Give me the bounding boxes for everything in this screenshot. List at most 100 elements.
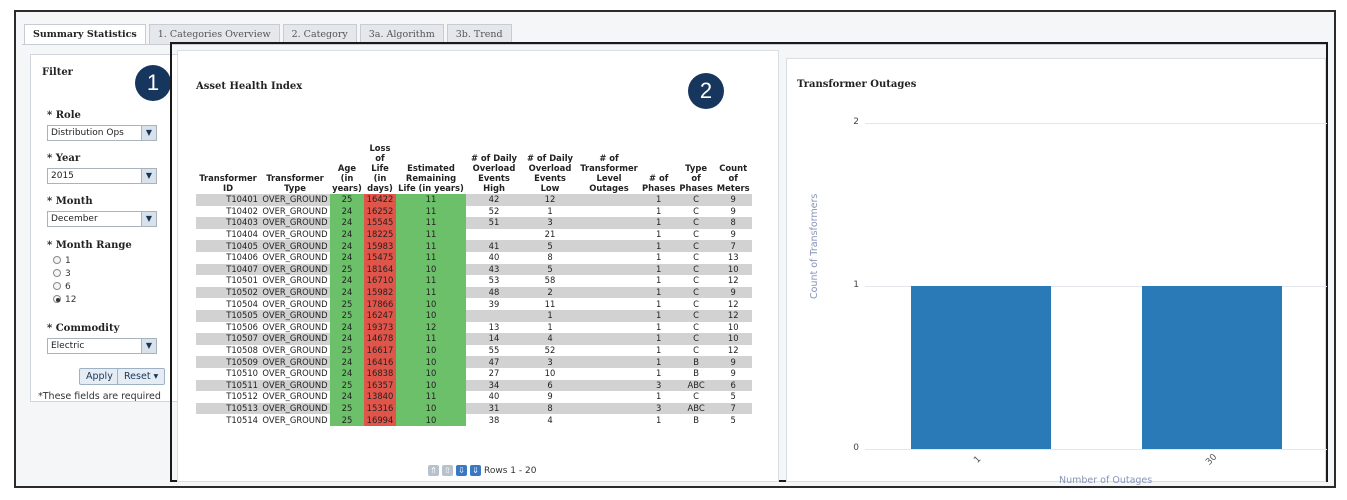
month-range-option-6[interactable]: 6 — [53, 282, 71, 292]
month-label: * Month — [47, 196, 93, 207]
radio-label: 3 — [65, 269, 71, 279]
col-age-cell: 25 — [330, 309, 364, 322]
col-transformer-type-cell: OVER_GROUND — [260, 414, 330, 426]
col-phases-cell: 3 — [640, 402, 678, 415]
col-phases-cell: 1 — [640, 356, 678, 368]
table-row[interactable]: T10511 OVER_GROUND 25 16357 10 34 6 3 ABC 6 — [196, 379, 752, 392]
col-age-cell: 24 — [330, 205, 364, 218]
col-count-meters-cell: 9 — [714, 367, 752, 380]
col-phases-cell: 1 — [640, 344, 678, 357]
col-overload-high-header[interactable]: # of Daily Overload Events High — [466, 143, 522, 194]
transformer-outages-panel: Transformer Outages 0 1 2 1 30 Count of Tran… — [786, 58, 1327, 486]
table-row[interactable]: T10406 OVER_GROUND 24 15475 11 40 8 1 C 13 — [196, 251, 752, 264]
table-row[interactable]: T10405 OVER_GROUND 24 15983 11 41 5 1 C 7 — [196, 240, 752, 252]
col-age-cell: 24 — [330, 217, 364, 229]
role-select[interactable]: Distribution Ops ▼ — [47, 125, 157, 141]
table-row[interactable]: T10402 OVER_GROUND 24 16252 11 52 1 1 C 9 — [196, 205, 752, 218]
tab-trend[interactable]: 3b. Trend — [446, 24, 512, 44]
previous-page-icon[interactable]: ⇧ — [442, 465, 453, 476]
col-age-cell: 25 — [330, 344, 364, 357]
role-label: * Role — [47, 110, 81, 121]
month-value: December — [51, 214, 98, 224]
tab-summary-statistics[interactable]: Summary Statistics — [24, 24, 146, 44]
tab-categories-overview[interactable]: 1. Categories Overview — [148, 24, 280, 44]
table-row[interactable]: T10401 OVER_GROUND 25 16422 11 42 12 1 C 9 — [196, 194, 752, 206]
col-transformer-id-cell: T10404 — [196, 228, 260, 241]
table-row[interactable]: T10506 OVER_GROUND 24 19373 12 13 1 1 C 10 — [196, 321, 752, 334]
col-overload-low-cell: 3 — [522, 356, 578, 368]
role-value: Distribution Ops — [51, 128, 124, 138]
col-overload-high-cell: 39 — [466, 298, 522, 310]
col-outages-cell — [578, 309, 640, 322]
col-transformer-id-cell: T10513 — [196, 402, 260, 415]
table-row[interactable]: T10407 OVER_GROUND 25 18164 10 43 5 1 C 10 — [196, 263, 752, 276]
table-row[interactable]: T10404 OVER_GROUND 24 18225 11 21 1 C 9 — [196, 228, 752, 241]
col-count-meters-cell: 12 — [714, 275, 752, 287]
filter-panel: Filter 1 * Role Distribution Ops ▼ * Yea… — [30, 54, 178, 402]
col-outages-cell — [578, 251, 640, 264]
col-loss-of-life-cell: 16617 — [364, 344, 396, 357]
table-row[interactable]: T10403 OVER_GROUND 24 15545 11 51 3 1 C 8 — [196, 217, 752, 229]
commodity-label: * Commodity — [47, 323, 120, 334]
table-row[interactable]: T10505 OVER_GROUND 25 16247 10 1 1 C 12 — [196, 309, 752, 322]
col-overload-low-header[interactable]: # of Daily Overload Events Low — [522, 143, 578, 194]
col-loss-of-life-header[interactable]: Loss of Life (in days) — [364, 143, 396, 194]
radio-label: 12 — [65, 295, 77, 305]
col-type-phases-cell: C — [677, 391, 715, 403]
table-row[interactable]: T10514 OVER_GROUND 25 16994 10 38 4 1 B 5 — [196, 414, 752, 426]
col-overload-low-cell: 2 — [522, 286, 578, 299]
col-outages-header[interactable]: # of Transformer Level Outages — [578, 143, 640, 194]
col-transformer-id-header[interactable]: Transformer ID — [196, 143, 260, 194]
table-row[interactable]: T10510 OVER_GROUND 24 16838 10 27 10 1 B 9 — [196, 367, 752, 380]
month-range-option-12[interactable]: 12 — [53, 295, 76, 305]
table-row[interactable]: T10509 OVER_GROUND 24 16416 10 47 3 1 B 9 — [196, 356, 752, 368]
col-remaining-life-cell: 11 — [396, 391, 466, 403]
col-count-meters-cell: 13 — [714, 251, 752, 264]
col-loss-of-life-cell: 18164 — [364, 263, 396, 276]
col-remaining-life-cell: 12 — [396, 321, 466, 334]
chart-bar[interactable] — [1141, 286, 1282, 449]
col-loss-of-life-cell: 15545 — [364, 217, 396, 229]
col-count-meters-header[interactable]: Count of Meters — [715, 143, 752, 194]
year-select[interactable]: 2015 ▼ — [47, 168, 157, 184]
chart-bar[interactable] — [910, 286, 1051, 449]
apply-button[interactable]: Apply — [79, 368, 120, 385]
commodity-select[interactable]: Electric ▼ — [47, 338, 157, 354]
chart-gridline — [865, 449, 1327, 450]
col-remaining-life-header[interactable]: Estimated Remaining Life (in years) — [396, 143, 466, 194]
tab-category[interactable]: 2. Category — [282, 24, 357, 44]
table-row[interactable]: T10502 OVER_GROUND 24 15982 11 48 2 1 C 9 — [196, 286, 752, 299]
table-row[interactable]: T10512 OVER_GROUND 24 13840 11 40 9 1 C 5 — [196, 391, 752, 403]
col-phases-header[interactable]: # of Phases — [640, 143, 677, 194]
col-type-phases-header[interactable]: Type of Phases — [677, 143, 714, 194]
col-loss-of-life-cell: 16416 — [364, 356, 396, 368]
radio-label: 6 — [65, 282, 71, 292]
col-type-phases-cell: C — [677, 344, 715, 357]
col-overload-low-cell: 1 — [522, 309, 578, 322]
tab-algorithm[interactable]: 3a. Algorithm — [359, 24, 444, 44]
reset-button[interactable]: Reset ▾ — [117, 368, 166, 385]
col-loss-of-life-cell: 16357 — [364, 379, 396, 392]
table-row[interactable]: T10508 OVER_GROUND 25 16617 10 55 52 1 C 12 — [196, 344, 752, 357]
col-count-meters-cell: 9 — [714, 228, 752, 241]
col-remaining-life-cell: 10 — [396, 367, 466, 380]
table-row[interactable]: T10501 OVER_GROUND 24 16710 11 53 58 1 C 12 — [196, 275, 752, 287]
col-overload-high-cell: 14 — [466, 333, 522, 345]
chart-x-axis-label: Number of Outages — [1059, 475, 1153, 486]
table-body: T10401 OVER_GROUND 25 16422 11 42 12 1 C 9 T10402 O… — [196, 194, 752, 426]
next-page-icon[interactable]: ⇩ — [456, 465, 467, 476]
col-transformer-type-header[interactable]: Transformer Type — [260, 143, 330, 194]
month-range-option-3[interactable]: 3 — [53, 269, 71, 279]
month-select[interactable]: December ▼ — [47, 211, 157, 227]
col-age-cell: 24 — [330, 333, 364, 345]
last-page-icon[interactable]: ⇓ — [470, 465, 481, 476]
table-row[interactable]: T10507 OVER_GROUND 24 14678 11 14 4 1 C 10 — [196, 333, 752, 345]
col-remaining-life-cell: 11 — [396, 194, 466, 206]
col-transformer-type-cell: OVER_GROUND — [260, 194, 330, 206]
month-range-option-1[interactable]: 1 — [53, 256, 71, 266]
table-row[interactable]: T10504 OVER_GROUND 25 17866 10 39 11 1 C 12 — [196, 298, 752, 310]
tab-bar: Summary Statistics 1. Categories Overvie… — [24, 24, 512, 44]
first-page-icon[interactable]: ⇑ — [428, 465, 439, 476]
col-age-header[interactable]: Age (in years) — [330, 143, 364, 194]
table-row[interactable]: T10513 OVER_GROUND 25 15316 10 31 8 3 ABC 7 — [196, 402, 752, 415]
